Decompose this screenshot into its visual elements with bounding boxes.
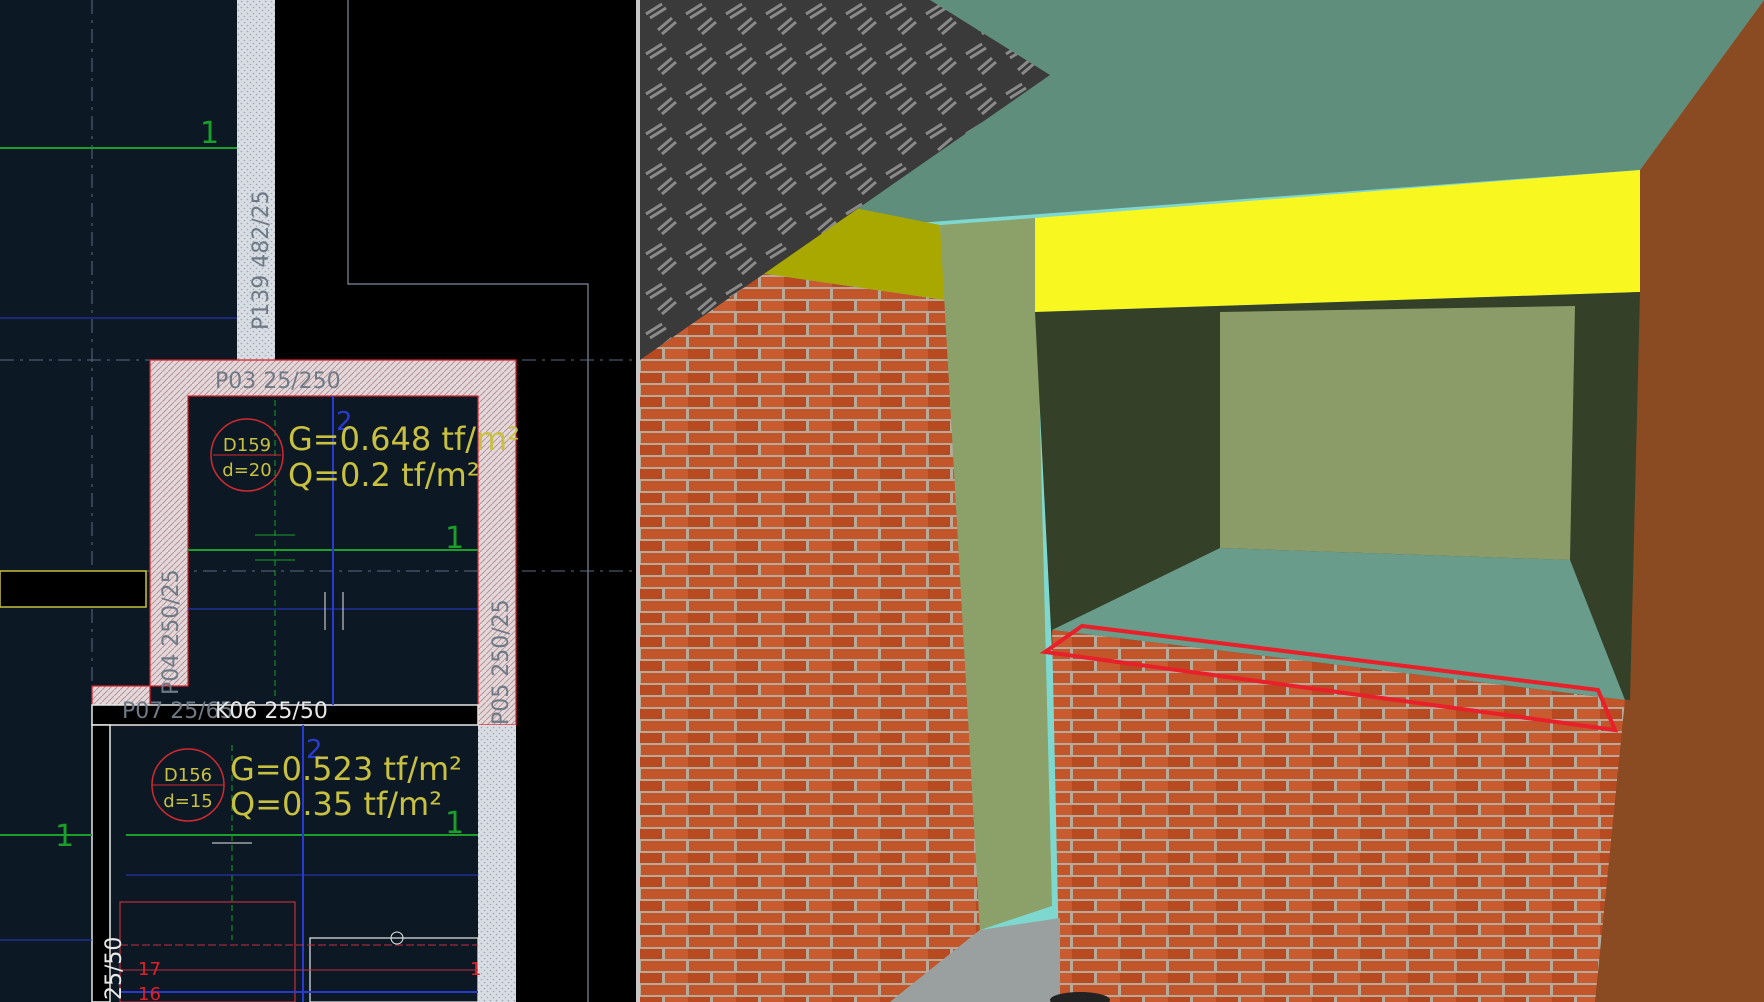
member-label-p03: P03 25/250 xyxy=(215,369,341,394)
3d-model-viewport[interactable] xyxy=(640,0,1764,1002)
row-number: 16 xyxy=(138,984,161,1002)
cad-workspace: 1 1 1 1 2 2 P139 482/25 P03 25/250 P04 2… xyxy=(0,0,1764,1002)
slab-id: D156 xyxy=(164,765,212,786)
row-number: 1 xyxy=(470,959,481,980)
axis-label: 1 xyxy=(55,819,74,854)
brick-wall-left[interactable] xyxy=(640,270,980,1002)
slab-thickness: d=15 xyxy=(163,791,212,812)
slab-q-load: Q=0.2 tf/m² xyxy=(288,456,480,494)
slab-q-load: Q=0.35 tf/m² xyxy=(230,785,442,823)
member-label-p139: P139 482/25 xyxy=(249,190,274,330)
member-label-beam: 25/50 xyxy=(102,937,127,1000)
slab-thickness: d=20 xyxy=(222,460,271,481)
slab-g-load: G=0.648 tf/m² xyxy=(288,420,520,458)
axis-label: 1 xyxy=(200,116,219,151)
axis-label: 1 xyxy=(445,806,464,841)
slab-id: D159 xyxy=(223,435,271,456)
row-number: 17 xyxy=(138,959,161,980)
wall-p05-lower[interactable] xyxy=(478,725,516,1002)
slab-g-load: G=0.523 tf/m² xyxy=(230,750,462,788)
axis-label: 1 xyxy=(445,521,464,556)
opening-left[interactable] xyxy=(0,570,147,608)
opening-back-wall xyxy=(1220,306,1575,560)
member-label-p05: P05 250/25 xyxy=(489,599,514,725)
member-label-k06: K06 25/50 xyxy=(215,699,328,724)
member-label-p04: P04 250/25 xyxy=(159,569,184,695)
